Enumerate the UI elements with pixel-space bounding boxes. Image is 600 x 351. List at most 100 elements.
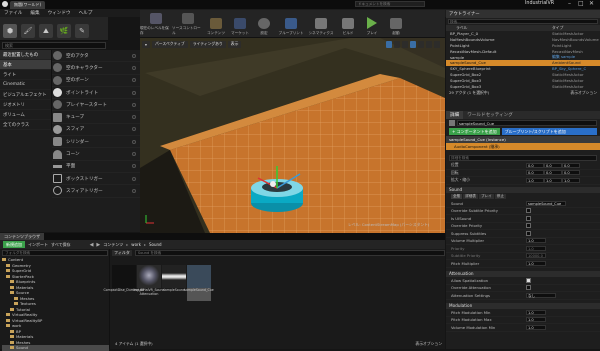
category-all-classes[interactable]: 全てのクラス bbox=[0, 120, 51, 130]
place-item[interactable]: スフィアトリガー bbox=[52, 185, 140, 198]
scale-z[interactable]: 1.0 bbox=[562, 177, 580, 183]
outliner-col-label[interactable]: ラベル bbox=[456, 25, 467, 31]
asset-tile[interactable]: CompactDise_Dummy_BP bbox=[103, 265, 145, 301]
content-view-options[interactable]: 表示オプション bbox=[415, 341, 442, 347]
asset-tile[interactable]: sampleSound bbox=[162, 265, 186, 301]
scale-x[interactable]: 1.0 bbox=[526, 177, 544, 183]
subtitle-priority-field[interactable]: 10000.0 bbox=[526, 253, 546, 259]
build-button[interactable]: ビルド bbox=[336, 10, 360, 37]
perspective-button[interactable]: パースペクティブ bbox=[152, 40, 188, 48]
outliner-row[interactable]: SuperGrid_Box3 StaticMeshActor bbox=[446, 83, 600, 89]
place-item[interactable]: 空のキャラクター bbox=[52, 62, 140, 75]
filter-button[interactable]: フィルタ bbox=[112, 250, 132, 256]
pitch-mod-max-field[interactable]: 1.0 bbox=[526, 317, 546, 323]
play-button[interactable]: プレイ bbox=[360, 10, 384, 37]
place-item[interactable]: コーン bbox=[52, 148, 140, 161]
folder-search-input[interactable]: フォルダを検索 bbox=[2, 250, 108, 256]
breadcrumb-work[interactable]: work bbox=[131, 242, 141, 247]
priority-field[interactable]: 1.0 bbox=[526, 245, 546, 251]
sound-tab-play[interactable]: プレイ bbox=[478, 194, 494, 199]
location-x[interactable]: 0.0 bbox=[526, 162, 544, 168]
place-mode-icon[interactable]: ⬢ bbox=[3, 24, 17, 38]
tab-details[interactable]: 詳細 bbox=[446, 111, 464, 119]
details-search-input[interactable]: 詳細を検索 bbox=[449, 155, 597, 161]
audio-component-row[interactable]: AudioComponent (継承) bbox=[446, 143, 600, 150]
place-item[interactable]: ポイントライト bbox=[52, 87, 140, 100]
checkbox[interactable] bbox=[526, 223, 531, 229]
translate-tool-icon[interactable] bbox=[386, 40, 392, 48]
checkbox-checked[interactable] bbox=[526, 277, 531, 283]
lit-button[interactable]: ライティングあり bbox=[189, 40, 226, 48]
breadcrumb-sound[interactable]: Sound bbox=[149, 242, 162, 247]
outliner-search-input[interactable]: 検索... bbox=[448, 19, 598, 24]
volume-multiplier-field[interactable]: 1.0 bbox=[526, 238, 546, 244]
add-component-button[interactable]: + コンポーネントを追加 bbox=[449, 128, 500, 135]
checkbox[interactable] bbox=[526, 230, 531, 236]
category-recent[interactable]: 最近配置したもの bbox=[0, 50, 51, 60]
rotation-snap-icon[interactable] bbox=[418, 40, 424, 48]
folder-item-selected[interactable]: Sound bbox=[2, 345, 109, 351]
place-item[interactable]: スフィア bbox=[52, 124, 140, 137]
content-button[interactable]: コンテンツ bbox=[204, 10, 228, 37]
rotation-z[interactable]: 0.0 bbox=[562, 170, 580, 176]
source-control-button[interactable]: ソースコントロール bbox=[172, 10, 204, 37]
forward-arrow-icon[interactable]: ▶ bbox=[96, 242, 100, 248]
tab-world-settings[interactable]: ワールドセッティング bbox=[463, 112, 517, 118]
category-geometry[interactable]: ジオメトリ bbox=[0, 100, 51, 110]
place-item[interactable]: シリンダー bbox=[52, 136, 140, 149]
content-browser-tab[interactable]: コンテンツブラウザ bbox=[0, 233, 44, 240]
scale-tool-icon[interactable] bbox=[402, 40, 408, 48]
asset-search-input[interactable]: Sound を検索 bbox=[134, 250, 445, 256]
launch-button[interactable]: 起動 bbox=[384, 10, 408, 37]
grid-snap-icon[interactable] bbox=[410, 40, 416, 48]
sound-tab-details[interactable]: 詳細表 bbox=[463, 194, 478, 199]
menu-help[interactable]: ヘルプ bbox=[75, 10, 97, 16]
place-item[interactable]: 平面 bbox=[52, 161, 140, 173]
marketplace-button[interactable]: マーケット bbox=[228, 10, 252, 37]
asset-tile-selected[interactable]: sampleSound_Cue bbox=[184, 265, 214, 301]
blueprints-button[interactable]: ブループリント bbox=[276, 10, 306, 37]
category-lights[interactable]: ライト bbox=[0, 70, 51, 80]
help-search-input[interactable]: ドキュメントを検索 bbox=[355, 1, 425, 7]
checkbox[interactable] bbox=[526, 208, 531, 214]
actor-name-input[interactable]: sampleSound_Cue bbox=[457, 120, 597, 126]
foliage-mode-icon[interactable]: 🌿 bbox=[57, 24, 71, 38]
menu-file[interactable]: ファイル bbox=[0, 10, 26, 16]
save-level-button[interactable]: 現在のレベルを保存 bbox=[140, 10, 172, 37]
maximize-viewport-icon[interactable] bbox=[434, 40, 440, 48]
location-y[interactable]: 0.0 bbox=[544, 162, 562, 168]
place-item[interactable]: キューブ bbox=[52, 111, 140, 124]
category-visual-effects[interactable]: ビジュアルエフェクト bbox=[0, 90, 51, 100]
checkbox[interactable] bbox=[526, 285, 531, 291]
asset-tile[interactable]: IndustrialVR_Sound Attenuation bbox=[134, 265, 165, 301]
outliner-view-options[interactable]: 表示オプション bbox=[570, 90, 597, 96]
outliner-col-type[interactable]: タイプ bbox=[552, 25, 600, 31]
maximize-icon[interactable]: □ bbox=[578, 0, 584, 7]
geometry-mode-icon[interactable]: ✎ bbox=[75, 24, 89, 38]
sound-tab-stop[interactable]: 停止 bbox=[494, 194, 506, 199]
place-item[interactable]: プレイヤースタート bbox=[52, 99, 140, 112]
category-cinematic[interactable]: Cinematic bbox=[0, 80, 51, 90]
rotate-tool-icon[interactable] bbox=[394, 40, 400, 48]
close-icon[interactable]: ✕ bbox=[589, 0, 594, 7]
sound-asset-picker[interactable]: sampleSound_Cue bbox=[526, 200, 566, 206]
category-volumes[interactable]: ボリューム bbox=[0, 110, 51, 120]
rotation-y[interactable]: 0.0 bbox=[544, 170, 562, 176]
landscape-mode-icon[interactable]: ⛰ bbox=[39, 24, 53, 38]
show-button[interactable]: 表示 bbox=[227, 40, 242, 48]
location-z[interactable]: 0.0 bbox=[562, 162, 580, 168]
menu-edit[interactable]: 編集 bbox=[26, 10, 43, 16]
place-item[interactable]: 空のポーン bbox=[52, 75, 140, 87]
back-arrow-icon[interactable]: ◀ bbox=[90, 242, 94, 248]
menu-window[interactable]: ウィンドウ bbox=[44, 10, 75, 16]
import-button[interactable]: インポート bbox=[28, 242, 48, 248]
checkbox[interactable] bbox=[526, 215, 531, 221]
sound-tab-general[interactable]: 全般 bbox=[451, 194, 463, 199]
blueprint-script-button[interactable]: ブループリント/スクリプトを追加 bbox=[501, 128, 597, 135]
place-item[interactable]: 空のアクタ bbox=[52, 50, 140, 63]
pitch-multiplier-field[interactable]: 1.0 bbox=[526, 260, 546, 266]
save-all-button[interactable]: すべて保存 bbox=[51, 242, 71, 248]
camera-speed-icon[interactable] bbox=[426, 40, 432, 48]
instance-row[interactable]: sampleSound_Cue (Instance) bbox=[446, 136, 600, 143]
breadcrumb-content[interactable]: コンテンツ bbox=[103, 242, 123, 248]
